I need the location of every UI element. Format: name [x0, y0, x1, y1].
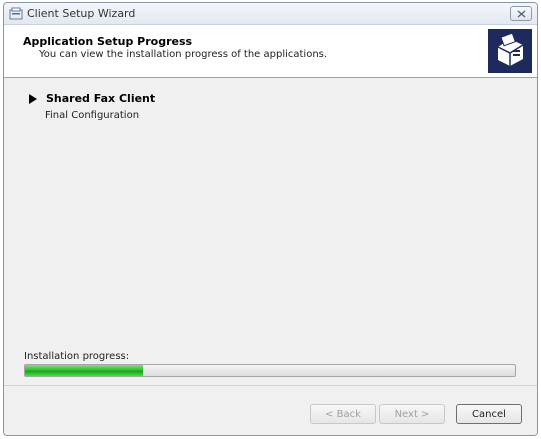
fax-machine-icon	[488, 29, 532, 73]
wizard-header: Application Setup Progress You can view …	[4, 25, 537, 78]
progress-label: Installation progress:	[24, 351, 130, 362]
right-arrow-icon	[29, 93, 37, 104]
page-subtitle: You can view the installation progress o…	[39, 49, 328, 60]
wizard-body: Shared Fax Client Final Configuration In…	[4, 79, 537, 385]
installation-progress-bar	[24, 364, 516, 377]
progress-fill	[25, 365, 143, 376]
close-icon	[517, 9, 525, 18]
wizard-footer: < Back Next > Cancel	[4, 385, 537, 435]
title-bar[interactable]: Client Setup Wizard	[4, 3, 537, 25]
application-item: Shared Fax Client	[29, 92, 155, 105]
wizard-window: Client Setup Wizard Application Setup Pr…	[3, 2, 538, 436]
cancel-button[interactable]: Cancel	[456, 404, 522, 424]
close-button[interactable]	[510, 6, 532, 21]
window-title: Client Setup Wizard	[27, 7, 136, 20]
application-status: Final Configuration	[45, 110, 140, 121]
page-title: Application Setup Progress	[23, 35, 193, 48]
next-button[interactable]: Next >	[379, 404, 445, 424]
application-name: Shared Fax Client	[46, 92, 156, 105]
back-button[interactable]: < Back	[310, 404, 376, 424]
wizard-app-icon	[9, 7, 23, 20]
